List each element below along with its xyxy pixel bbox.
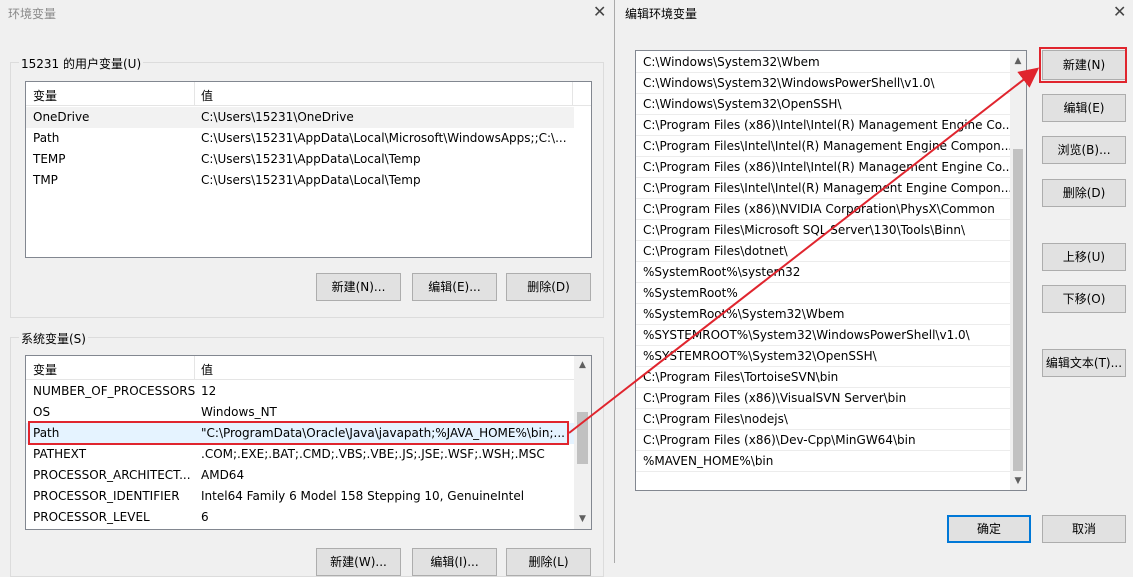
annotation-arrow (568, 67, 1040, 434)
